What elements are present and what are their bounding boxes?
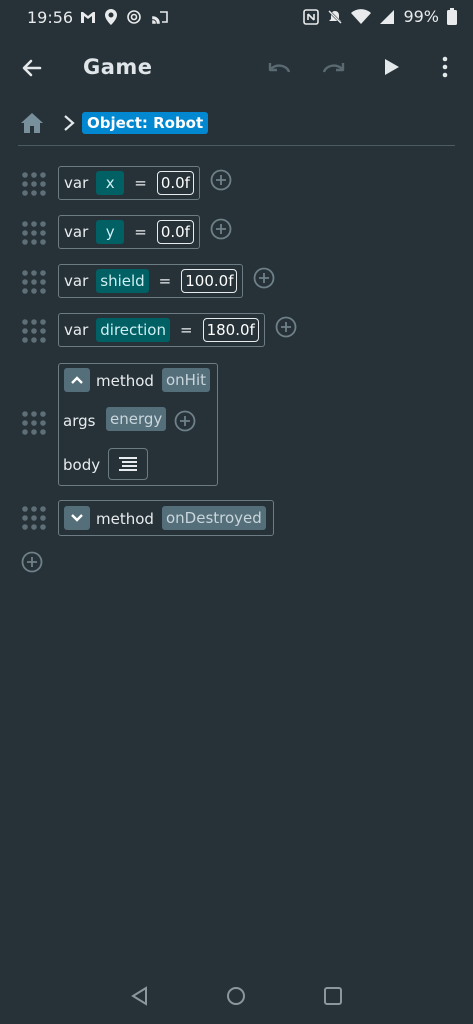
var-keyword: var xyxy=(64,223,89,241)
var-keyword: var xyxy=(64,174,89,192)
app-bar: Game xyxy=(0,40,473,96)
variable-name[interactable]: shield xyxy=(96,269,149,293)
battery-icon xyxy=(447,8,457,25)
home-icon[interactable] xyxy=(20,112,44,134)
method-name[interactable]: onHit xyxy=(162,368,211,392)
equals-sign: = xyxy=(180,321,193,339)
location-icon xyxy=(105,9,117,25)
nav-recents-icon[interactable] xyxy=(323,986,343,1006)
drag-handle-icon[interactable] xyxy=(20,170,48,198)
equals-sign: = xyxy=(134,223,147,241)
equals-sign: = xyxy=(158,272,172,290)
breadcrumb-object[interactable]: Object: Robot xyxy=(82,112,209,134)
body-button[interactable] xyxy=(108,448,148,480)
cast-icon xyxy=(152,11,168,24)
undo-icon[interactable] xyxy=(265,56,293,78)
notification-icons xyxy=(80,9,169,25)
expand-button[interactable] xyxy=(64,506,90,530)
var-keyword: var xyxy=(64,321,89,339)
method-block: method onHit args energy body xyxy=(58,363,218,486)
drag-handle-icon[interactable] xyxy=(20,504,48,532)
add-circle-icon[interactable] xyxy=(21,551,43,573)
mute-icon xyxy=(328,9,343,24)
variable-name[interactable]: y xyxy=(96,220,125,244)
arrow-left-icon[interactable] xyxy=(18,54,46,82)
variable-name[interactable]: direction xyxy=(96,318,170,342)
variable-value[interactable]: 0.0f xyxy=(156,220,194,244)
divider xyxy=(18,145,455,146)
gmail-icon xyxy=(81,11,95,23)
page-title: Game xyxy=(83,55,153,79)
add-circle-icon[interactable] xyxy=(210,218,232,240)
method-name[interactable]: onDestroyed xyxy=(162,506,266,530)
nfc-icon xyxy=(303,8,320,25)
variable-value[interactable]: 180.0f xyxy=(202,318,259,342)
signal-icon xyxy=(380,9,395,24)
redo-icon[interactable] xyxy=(320,56,348,78)
add-circle-icon[interactable] xyxy=(275,316,297,338)
chevron-up-icon xyxy=(71,376,83,384)
status-bar: 19:56 99% xyxy=(0,0,473,36)
variable-value[interactable]: 100.0f xyxy=(181,269,238,293)
chevron-down-icon xyxy=(71,514,83,522)
code-block-icon xyxy=(119,457,137,471)
collapse-button[interactable] xyxy=(64,368,90,392)
breadcrumb: Object: Robot xyxy=(20,110,209,136)
variable-value[interactable]: 0.0f xyxy=(156,171,194,195)
drag-handle-icon[interactable] xyxy=(20,317,48,345)
system-icons: 99% xyxy=(303,7,457,26)
method-keyword: method xyxy=(96,510,154,528)
variable-block: var shield = 100.0f xyxy=(58,264,244,298)
variable-block: var x = 0.0f xyxy=(58,166,200,200)
swirl-icon xyxy=(127,10,141,24)
add-circle-icon[interactable] xyxy=(210,169,232,191)
add-circle-icon[interactable] xyxy=(253,267,275,289)
variable-name[interactable]: x xyxy=(96,171,125,195)
method-keyword: method xyxy=(96,372,154,390)
navigation-bar xyxy=(0,970,473,1024)
variable-block: var direction = 180.0f xyxy=(58,313,265,347)
add-circle-icon[interactable] xyxy=(174,410,196,432)
play-icon[interactable] xyxy=(379,55,403,79)
more-vert-icon[interactable] xyxy=(436,55,454,79)
wifi-icon xyxy=(351,8,372,24)
nav-home-icon[interactable] xyxy=(226,986,246,1006)
arg-name[interactable]: energy xyxy=(106,407,167,431)
variable-block: var y = 0.0f xyxy=(58,215,200,249)
equals-sign: = xyxy=(134,174,147,192)
nav-back-icon[interactable] xyxy=(130,986,150,1006)
body-label: body xyxy=(63,456,101,474)
method-block: method onDestroyed xyxy=(58,500,274,536)
drag-handle-icon[interactable] xyxy=(20,219,48,247)
battery-percent: 99% xyxy=(403,7,439,26)
status-time: 19:56 xyxy=(27,8,74,27)
var-keyword: var xyxy=(64,272,89,290)
drag-handle-icon[interactable] xyxy=(20,409,48,437)
drag-handle-icon[interactable] xyxy=(20,268,48,296)
chevron-right-icon xyxy=(64,115,75,131)
args-label: args xyxy=(63,412,96,430)
